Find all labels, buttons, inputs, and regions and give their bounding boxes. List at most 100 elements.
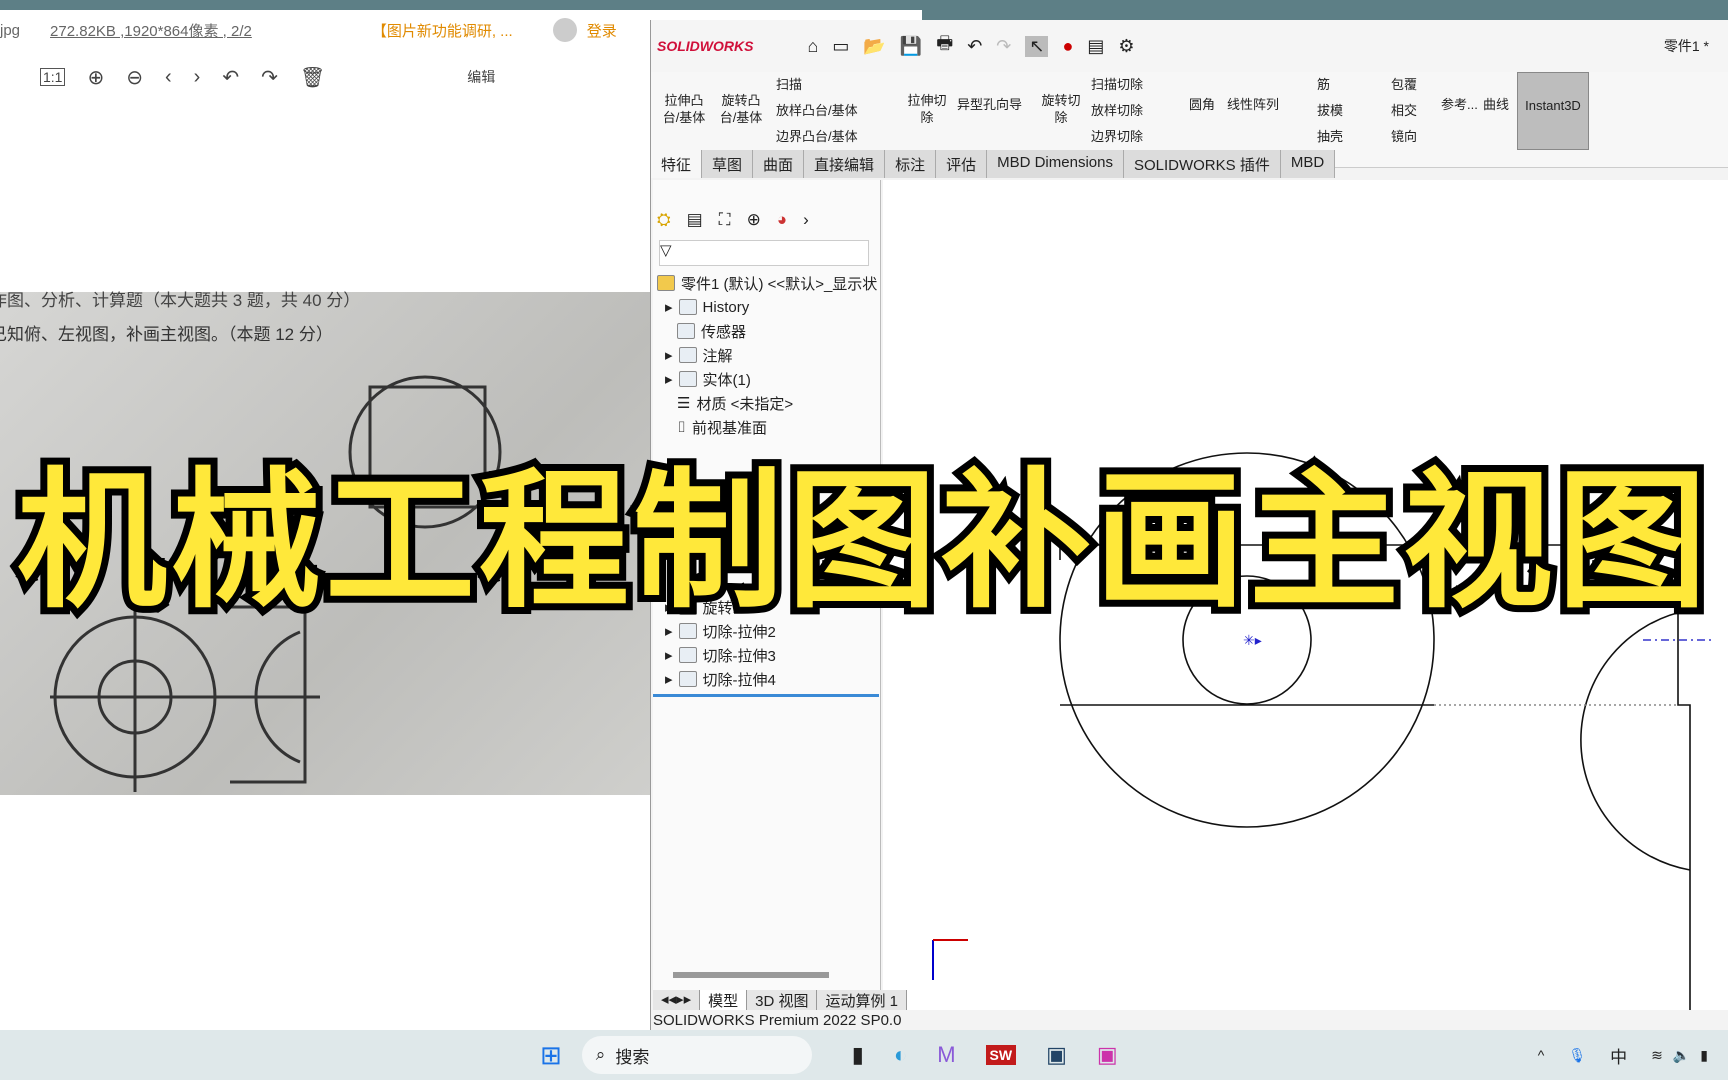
loft-cut-button[interactable]: 放样切除 <box>1091 102 1143 119</box>
revolve-cut-button[interactable]: 旋转切除 <box>1037 92 1085 126</box>
tab-mbd-dimensions[interactable]: MBD Dimensions <box>987 150 1124 178</box>
tree-item-cut-extrude3[interactable]: ▸ 切除-拉伸3 <box>665 644 776 666</box>
tree-item-annotations[interactable]: ▸ 注解 <box>665 344 733 366</box>
solidworks-taskbar-icon[interactable]: SW <box>985 1045 1017 1065</box>
rollback-bar[interactable] <box>653 694 879 697</box>
folder-icon <box>678 371 697 387</box>
cut-extrude-icon <box>678 671 697 687</box>
notice-link[interactable]: 【图片新功能调研, ... <box>372 20 513 41</box>
app-icon[interactable]: M <box>937 1042 955 1068</box>
prev-button[interactable]: ‹ <box>165 66 172 89</box>
ime-indicator[interactable]: 中 <box>1610 1043 1627 1068</box>
tab-surfaces[interactable]: 曲面 <box>753 150 805 178</box>
rebuild-icon[interactable]: ● <box>1062 36 1073 57</box>
tree-item-cut-extrude4[interactable]: ▸ 切除-拉伸4 <box>665 668 776 690</box>
edge-icon[interactable]: ◐ <box>894 1042 907 1068</box>
folder-icon <box>677 323 695 339</box>
select-icon[interactable]: ↖ <box>1025 35 1049 57</box>
boundary-boss-button[interactable]: 边界凸台/基体 <box>776 128 858 145</box>
extrude-boss-button[interactable]: 拉伸凸台/基体 <box>659 92 709 126</box>
wrap-button[interactable]: 包覆 <box>1391 76 1417 93</box>
tree-item-sensors[interactable]: 传感器 <box>677 320 746 342</box>
zoom-in-button[interactable]: ⊕ <box>87 65 104 90</box>
rib-button[interactable]: 筋 <box>1317 76 1330 93</box>
tree-label: 材质 <未指定> <box>696 395 794 413</box>
tree-label: 传感器 <box>701 323 747 341</box>
battery-icon[interactable]: ▮ <box>1700 1047 1708 1064</box>
horizontal-scrollbar[interactable] <box>673 972 829 978</box>
hole-wizard-button[interactable]: 异型孔向导 <box>957 96 1022 113</box>
reference-geometry-button[interactable]: 参考... <box>1441 96 1478 113</box>
rotate-left-button[interactable]: ↶ <box>222 65 239 90</box>
display-icon[interactable]: ◕ <box>777 210 787 230</box>
file-properties-icon[interactable]: ▤ <box>1087 36 1104 57</box>
panel-tabs: ⛭ ▤ ⛶ ⊕ ◕ › <box>657 210 809 230</box>
print-icon[interactable]: 🖶 <box>936 31 953 61</box>
actual-size-button[interactable]: 1:1 <box>40 68 66 86</box>
zoom-out-button[interactable]: ⊖ <box>126 65 143 90</box>
options-gear-icon[interactable]: ⚙ <box>1118 36 1134 57</box>
material-icon: ☰ <box>677 395 691 412</box>
extrude-cut-button[interactable]: 拉伸切除 <box>903 92 951 126</box>
tab-nav-arrows[interactable]: ◂◂▸▸ <box>653 990 701 1010</box>
edit-button[interactable]: 编辑 <box>467 67 495 87</box>
rotate-right-button[interactable]: ↷ <box>261 65 278 90</box>
volume-icon[interactable]: 🔈 <box>1673 1047 1690 1064</box>
tree-item-solid-bodies[interactable]: ▸ 实体(1) <box>665 368 751 390</box>
new-icon[interactable]: ▭ <box>832 36 849 57</box>
shell-button[interactable]: 抽壳 <box>1317 128 1343 145</box>
sweep-cut-button[interactable]: 扫描切除 <box>1091 76 1143 93</box>
property-icon[interactable]: ▤ <box>687 210 703 230</box>
part-icon <box>657 275 675 291</box>
instant3d-button[interactable]: Instant3D <box>1517 72 1589 150</box>
linear-pattern-button[interactable]: 线性阵列 <box>1227 96 1279 113</box>
tab-model[interactable]: 模型 <box>700 990 748 1010</box>
dimxpert-icon[interactable]: ⊕ <box>747 210 761 230</box>
boundary-cut-button[interactable]: 边界切除 <box>1091 128 1143 145</box>
tab-markup[interactable]: 标注 <box>885 150 937 178</box>
save-icon[interactable]: 💾 <box>900 36 922 57</box>
redo-icon[interactable]: ↷ <box>996 36 1011 57</box>
curves-button[interactable]: 曲线 <box>1483 96 1509 113</box>
filename: jpg <box>0 21 21 39</box>
avatar[interactable] <box>552 18 577 42</box>
tab-3d-view[interactable]: 3D 视图 <box>747 990 818 1010</box>
mirror-button[interactable]: 镜向 <box>1391 128 1417 145</box>
tree-item-history[interactable]: ▸ History <box>665 296 749 318</box>
revolve-boss-button[interactable]: 旋转凸台/基体 <box>716 92 766 126</box>
filter-input[interactable]: ▽ <box>659 240 869 266</box>
tab-motion-study[interactable]: 运动算例 1 <box>817 990 907 1010</box>
taskbar-search[interactable]: ⌕ 搜索 <box>581 1036 812 1074</box>
loft-boss-button[interactable]: 放样凸台/基体 <box>776 102 858 119</box>
feature-tree-icon[interactable]: ⛭ <box>657 210 671 230</box>
delete-button[interactable]: 🗑 <box>300 65 325 90</box>
monitor-app-icon[interactable]: ▣ <box>1046 1042 1067 1068</box>
task-view-icon[interactable]: ▮ <box>852 1042 864 1068</box>
recorder-icon[interactable]: ▣ <box>1097 1042 1118 1068</box>
open-icon[interactable]: 📂 <box>863 36 885 57</box>
start-windows-icon[interactable]: ⊞ <box>540 1040 562 1071</box>
tab-direct-edit[interactable]: 直接编辑 <box>804 150 886 178</box>
bottom-tabs: ◂◂▸▸ 模型 3D 视图 运动算例 1 <box>653 990 907 1010</box>
wifi-icon[interactable]: ≋ <box>1651 1047 1663 1064</box>
config-icon[interactable]: ⛶ <box>719 210 731 230</box>
fillet-button[interactable]: 圆角 <box>1189 96 1215 113</box>
tree-item-part[interactable]: 零件1 (默认) <<默认>_显示状 <box>657 272 877 294</box>
tab-sketch[interactable]: 草图 <box>702 150 754 178</box>
undo-icon[interactable]: ↶ <box>967 36 982 57</box>
more-chevron-icon[interactable]: › <box>803 210 809 230</box>
home-icon[interactable]: ⌂ <box>807 36 818 57</box>
intersect-button[interactable]: 相交 <box>1391 102 1417 119</box>
tab-evaluate[interactable]: 评估 <box>936 150 988 178</box>
tree-item-material[interactable]: ☰ 材质 <未指定> <box>677 392 793 414</box>
tray-chevron-icon[interactable]: ^ <box>1538 1047 1545 1063</box>
microphone-icon[interactable]: 🎙 <box>1568 1047 1586 1064</box>
sweep-button[interactable]: 扫描 <box>776 76 802 93</box>
tab-mbd[interactable]: MBD <box>1280 150 1336 178</box>
login-link[interactable]: 登录 <box>587 20 617 41</box>
tab-addins[interactable]: SOLIDWORKS 插件 <box>1123 150 1281 178</box>
cut-extrude-icon <box>678 647 697 663</box>
next-button[interactable]: › <box>194 66 201 89</box>
draft-button[interactable]: 拔模 <box>1317 102 1343 119</box>
tab-features[interactable]: 特征 <box>651 150 703 178</box>
